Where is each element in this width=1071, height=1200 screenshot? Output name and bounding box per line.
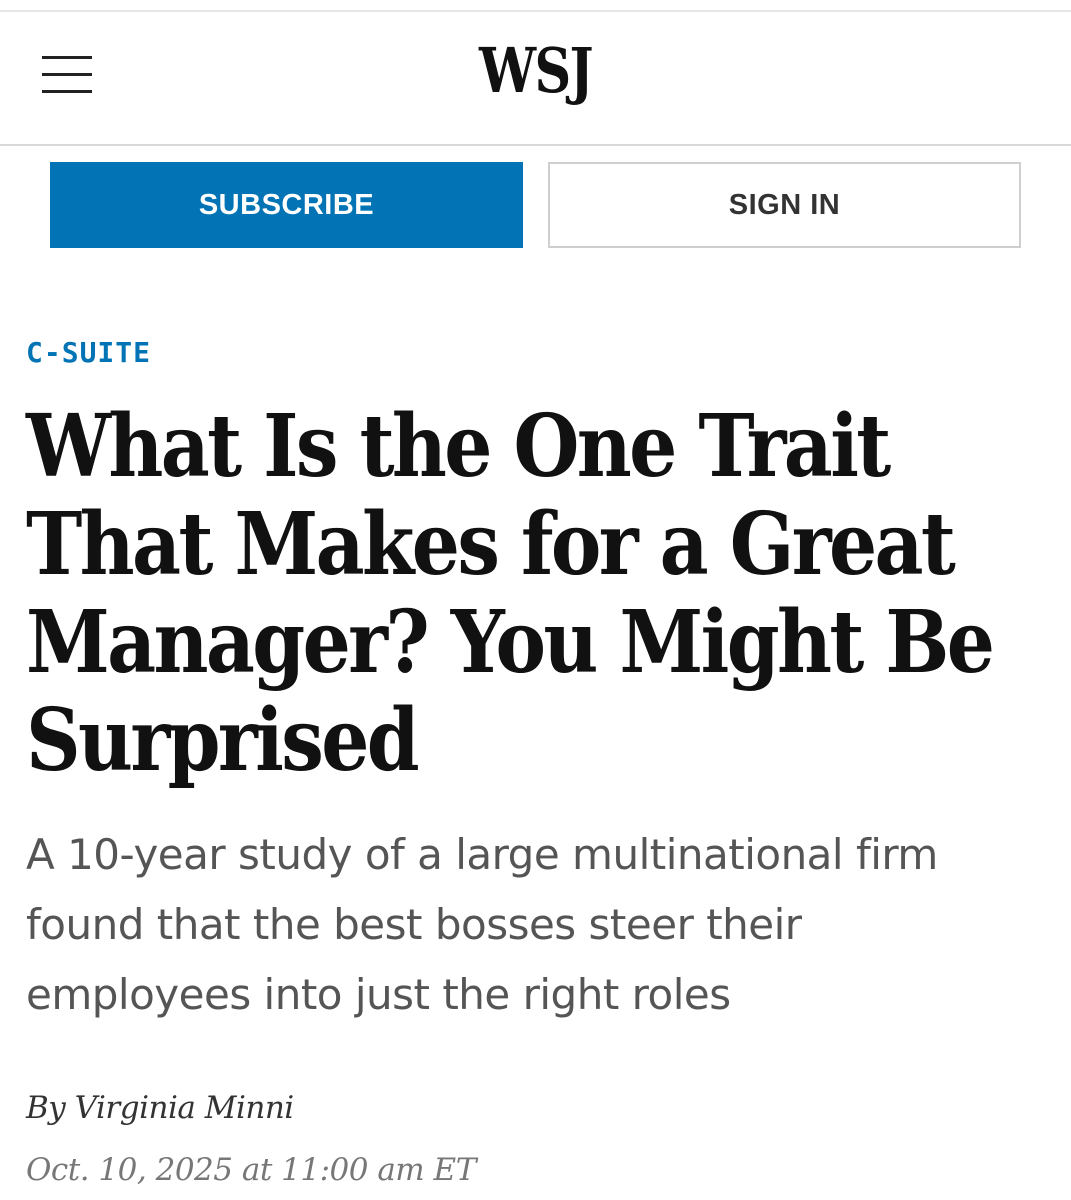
byline-prefix: By: [26, 1090, 66, 1126]
author-link[interactable]: Virginia Minni: [75, 1090, 295, 1126]
article-summary: A 10-year study of a large multinational…: [26, 820, 1026, 1030]
section-label[interactable]: C-SUITE: [26, 336, 151, 369]
sign-in-button[interactable]: SIGN IN: [548, 162, 1021, 248]
byline: By Virginia Minni: [26, 1090, 294, 1126]
hamburger-menu-icon[interactable]: [40, 54, 94, 96]
headline-line: That Makes for a Great: [26, 494, 956, 595]
menu-bar: [42, 73, 92, 76]
headline: What Is the One Trait That Makes for a G…: [26, 398, 1038, 790]
subscribe-button[interactable]: SUBSCRIBE: [50, 162, 523, 248]
headline-line: What Is the One Trait: [26, 396, 891, 497]
wsj-logo[interactable]: WSJ: [96, 40, 974, 102]
site-header: WSJ: [0, 12, 1071, 146]
menu-bar: [42, 56, 92, 59]
headline-line: Manager? You Might Be: [26, 592, 995, 693]
menu-bar: [42, 90, 92, 93]
publish-timestamp: Oct. 10, 2025 at 11:00 am ET: [26, 1152, 476, 1188]
summary-line: employees into just the right roles: [26, 970, 731, 1019]
auth-buttons: SUBSCRIBE SIGN IN: [50, 162, 1021, 248]
summary-line: found that the best bosses steer their: [26, 900, 802, 949]
headline-line: Surprised: [26, 690, 420, 791]
summary-line: A 10-year study of a large multinational…: [26, 830, 938, 879]
